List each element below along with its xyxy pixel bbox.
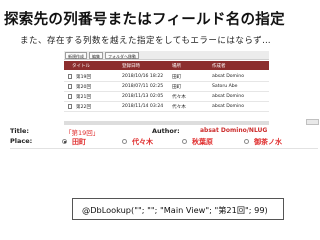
document-icon xyxy=(68,74,72,79)
cell-date: 2018/07/11 02:25 xyxy=(122,84,164,89)
edit-button[interactable]: 編集 xyxy=(89,51,103,59)
horizontal-scrollbar[interactable] xyxy=(64,121,269,125)
place-option-ochanomizu[interactable]: 御茶ノ水 xyxy=(244,137,282,147)
place-option-label: 田町 xyxy=(72,138,86,146)
row-divider xyxy=(64,111,269,112)
title-label: Title: xyxy=(10,127,30,135)
radio-icon[interactable] xyxy=(182,138,187,144)
place-label: Place: xyxy=(10,137,33,145)
cell-place: 田町 xyxy=(172,85,182,90)
cell-date: 2018/11/14 03:24 xyxy=(122,104,164,109)
formula-box: @DbLookup(""; ""; "Main View"; "第21回"; 9… xyxy=(72,198,284,220)
document-icon xyxy=(68,94,72,99)
place-option-label: 代々木 xyxy=(132,138,153,146)
author-label: Author: xyxy=(152,127,180,135)
cell-title: 第22回 xyxy=(76,105,92,110)
cell-place: 代々木 xyxy=(172,95,186,100)
move-to-folder-button[interactable]: フォルダへ移動 xyxy=(105,51,139,59)
new-button[interactable]: 新規作成 xyxy=(65,51,87,59)
cell-title: 第19回 xyxy=(76,75,92,80)
author-value: absat Domino/NLUG xyxy=(200,127,268,134)
title-field[interactable]: 「第19回」 xyxy=(65,127,99,137)
cell-author: absat Domino xyxy=(212,94,245,99)
slide-title: 探索先の列番号またはフィールド名の指定 xyxy=(4,12,285,28)
column-header-date[interactable]: 登録日時 xyxy=(122,63,140,69)
table-row[interactable]: 第21回 2018/11/13 02:05 代々木 absat Domino xyxy=(64,92,269,101)
cell-title: 第21回 xyxy=(76,95,92,100)
cell-title: 第20回 xyxy=(76,85,92,90)
column-header-author[interactable]: 作成者 xyxy=(212,63,226,69)
column-header-title[interactable]: タイトル xyxy=(72,63,90,69)
slide-subtitle: また、存在する列数を越えた指定をしてもエラーにはならず… xyxy=(20,36,272,46)
place-option-label: 秋葉原 xyxy=(192,138,213,146)
table-row[interactable]: 第20回 2018/07/11 02:25 田町 Satoru Abe xyxy=(64,82,269,91)
notes-view-screenshot: 新規作成 編集 フォルダへ移動 タイトル 登録日時 場所 作成者 第19回 20… xyxy=(64,51,269,125)
cell-place: 田町 xyxy=(172,75,182,80)
cell-date: 2018/11/13 02:05 xyxy=(122,94,164,99)
place-option-yoyogi[interactable]: 代々木 xyxy=(122,137,153,147)
cell-date: 2018/10/16 18:22 xyxy=(122,74,164,79)
table-row[interactable]: 第19回 2018/10/16 18:22 田町 absat Domino xyxy=(64,72,269,81)
place-option-label: 御茶ノ水 xyxy=(254,138,282,146)
column-header-place[interactable]: 場所 xyxy=(172,63,181,69)
cell-author: Satoru Abe xyxy=(212,84,238,89)
form-divider xyxy=(10,148,318,149)
radio-icon[interactable] xyxy=(244,138,249,144)
formula-text: @DbLookup(""; ""; "Main View"; "第21回"; 9… xyxy=(82,205,268,215)
radio-icon[interactable] xyxy=(122,138,127,144)
cell-author: absat Domino xyxy=(212,74,245,79)
view-column-header: タイトル 登録日時 場所 作成者 xyxy=(64,61,269,70)
view-action-bar: 新規作成 編集 フォルダへ移動 xyxy=(64,51,269,60)
place-option-tamachi[interactable]: 田町 xyxy=(62,137,86,147)
document-icon xyxy=(68,84,72,89)
place-option-akihabara[interactable]: 秋葉原 xyxy=(182,137,213,147)
document-icon xyxy=(68,104,72,109)
document-form: Title: 「第19回」 Author: absat Domino/NLUG … xyxy=(10,119,319,174)
cell-place: 代々木 xyxy=(172,105,186,110)
table-row[interactable]: 第22回 2018/11/14 03:24 代々木 absat Domino xyxy=(64,102,269,111)
form-tab[interactable] xyxy=(306,119,319,125)
cell-author: absat Domino xyxy=(212,104,245,109)
radio-selected-icon[interactable] xyxy=(62,138,67,144)
